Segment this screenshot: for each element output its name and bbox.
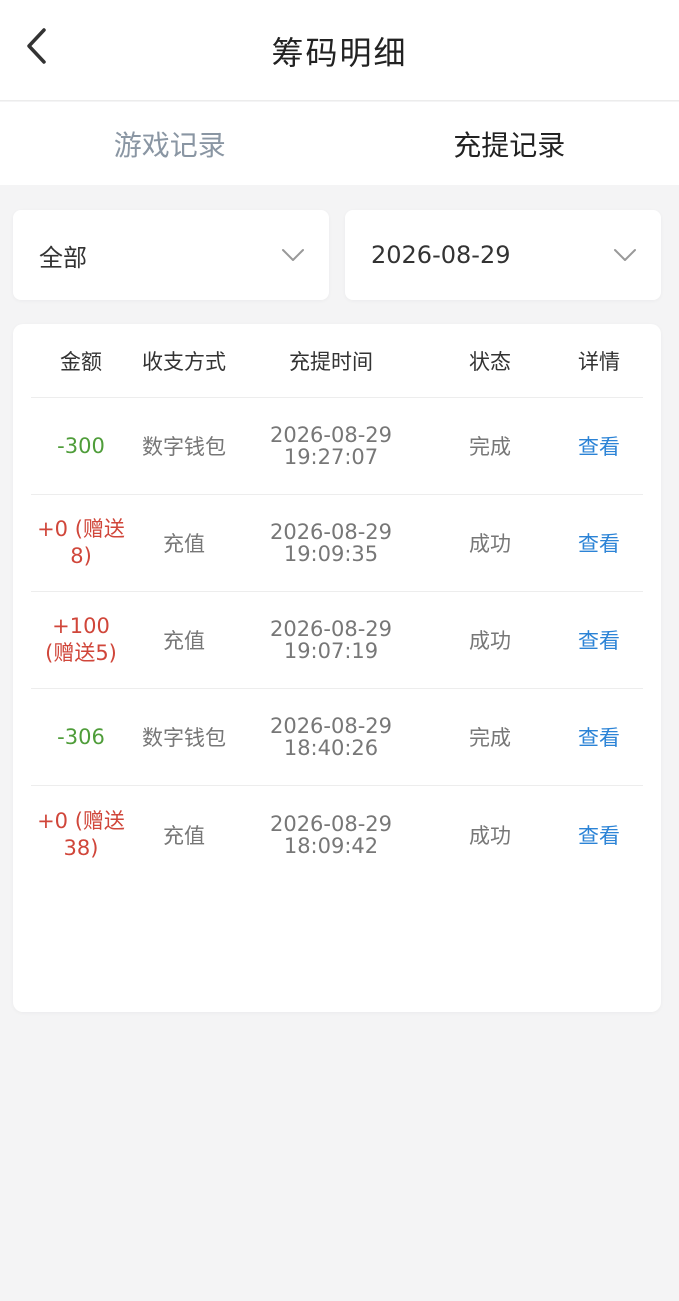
- status-cell: 完成: [469, 726, 511, 750]
- header-time: 充提时间: [289, 349, 373, 374]
- time-clock: 19:07:19: [283, 639, 379, 663]
- time-date: 2026-08-29: [269, 714, 393, 738]
- time-clock: 19:27:07: [283, 445, 379, 469]
- method-cell: 数字钱包: [142, 726, 226, 750]
- method-cell: 充值: [163, 629, 205, 653]
- amount-cell: -300: [57, 434, 105, 458]
- time-date: 2026-08-29: [269, 520, 393, 544]
- table-row: +0 (赠送8) 充值 2026-08-29 19:09:35 成功 查看: [31, 495, 643, 592]
- header-detail: 详情: [578, 349, 620, 374]
- view-detail-link[interactable]: 查看: [555, 431, 643, 461]
- time-cell: 2026-08-29 18:40:26: [237, 715, 425, 759]
- chevron-down-icon: [282, 249, 304, 261]
- category-select[interactable]: 全部: [13, 210, 329, 300]
- status-cell: 成功: [469, 823, 511, 848]
- table-row: +0 (赠送38) 充值 2026-08-29 18:09:42 成功 查看: [31, 786, 643, 883]
- status-cell: 完成: [469, 435, 511, 459]
- record-tabs: 游戏记录 充提记录: [0, 102, 679, 185]
- header-amount: 金额: [60, 349, 102, 374]
- table-row: -300 数字钱包 2026-08-29 19:27:07 完成 查看: [31, 398, 643, 495]
- table-header: 金额 收支方式 充提时间 状态 详情: [31, 324, 643, 398]
- chevron-down-icon: [614, 249, 636, 261]
- time-clock: 18:40:26: [283, 736, 379, 760]
- time-cell: 2026-08-29 19:27:07: [237, 424, 425, 468]
- time-cell: 2026-08-29 19:09:35: [237, 521, 425, 565]
- view-detail-link[interactable]: 查看: [555, 722, 643, 752]
- app-header: 筹码明细: [0, 0, 679, 101]
- view-detail-link[interactable]: 查看: [555, 528, 643, 558]
- method-cell: 充值: [163, 823, 205, 848]
- method-cell: 数字钱包: [142, 435, 226, 459]
- time-date: 2026-08-29: [269, 811, 393, 836]
- method-cell: 充值: [163, 532, 205, 556]
- time-clock: 18:09:42: [283, 833, 379, 858]
- table-row: +100 (赠送5) 充值 2026-08-29 19:07:19 成功 查看: [31, 592, 643, 689]
- amount-cell: -306: [57, 725, 105, 749]
- header-status: 状态: [469, 349, 511, 374]
- category-select-value: 全部: [39, 243, 87, 272]
- time-clock: 19:09:35: [283, 542, 379, 566]
- status-cell: 成功: [469, 532, 511, 556]
- time-date: 2026-08-29: [269, 617, 393, 641]
- tab-game-records[interactable]: 游戏记录: [0, 102, 340, 185]
- amount-cell: +0 (赠送8): [37, 517, 125, 568]
- amount-cell: +100 (赠送5): [45, 614, 117, 665]
- table-row: -306 数字钱包 2026-08-29 18:40:26 完成 查看: [31, 689, 643, 786]
- time-cell: 2026-08-29 18:09:42: [237, 813, 425, 857]
- view-detail-link[interactable]: 查看: [555, 820, 643, 850]
- time-cell: 2026-08-29 19:07:19: [237, 618, 425, 662]
- status-cell: 成功: [469, 629, 511, 653]
- page-title: 筹码明细: [271, 34, 408, 72]
- view-detail-link[interactable]: 查看: [555, 625, 643, 655]
- tab-deposit-withdraw-records[interactable]: 充提记录: [340, 102, 679, 185]
- amount-cell: +0 (赠送38): [37, 808, 125, 860]
- date-select[interactable]: 2026-08-29: [345, 210, 661, 300]
- records-table: 金额 收支方式 充提时间 状态 详情 -300 数字钱包 2026-08-29 …: [13, 324, 661, 1012]
- header-method: 收支方式: [142, 349, 226, 374]
- time-date: 2026-08-29: [269, 423, 393, 447]
- date-select-value: 2026-08-29: [371, 241, 511, 269]
- filter-bar: 全部 2026-08-29: [13, 210, 661, 300]
